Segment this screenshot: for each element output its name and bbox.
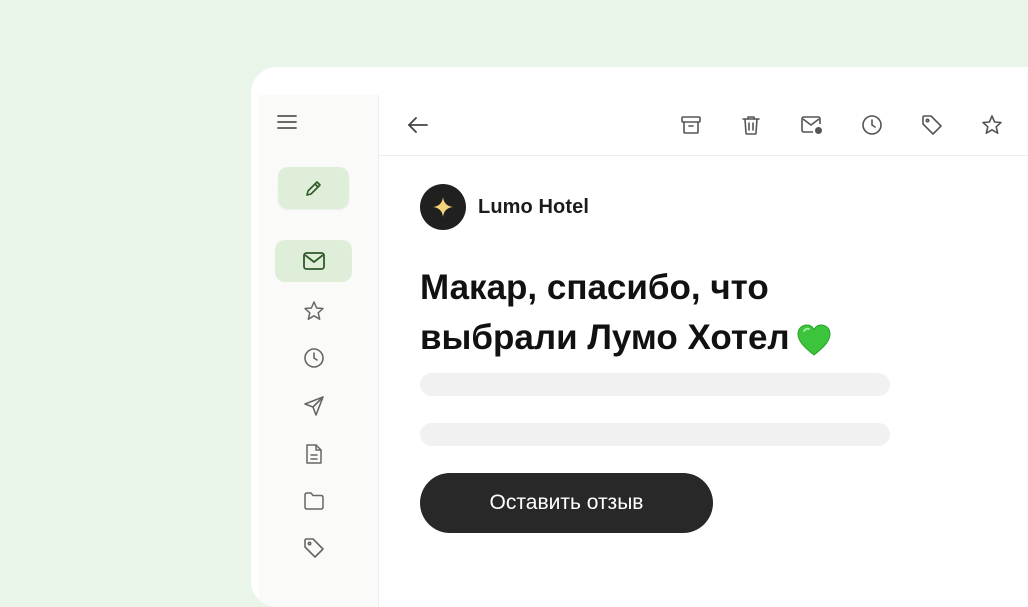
- mark-unread-button[interactable]: [796, 109, 828, 141]
- sparkle-star-icon: [432, 196, 454, 218]
- trash-icon: [740, 114, 762, 136]
- envelope-icon: [302, 251, 326, 271]
- send-icon: [303, 395, 325, 417]
- sidebar-item-folders[interactable]: [275, 480, 352, 522]
- compose-button[interactable]: [278, 167, 349, 209]
- star-icon: [981, 114, 1003, 136]
- sidebar-item-inbox[interactable]: [275, 240, 352, 282]
- star-icon: [303, 300, 325, 322]
- label-button[interactable]: [916, 109, 948, 141]
- leave-review-button[interactable]: Оставить отзыв: [420, 473, 713, 533]
- subject-text: Макар, спасибо, что выбрали Лумо Хотел: [420, 268, 790, 357]
- pencil-icon: [304, 178, 324, 198]
- clock-icon: [303, 347, 325, 369]
- snooze-clock-icon: [861, 114, 883, 136]
- sidebar-item-drafts[interactable]: [275, 433, 352, 475]
- snooze-button[interactable]: [856, 109, 888, 141]
- delete-button[interactable]: [735, 109, 767, 141]
- sidebar-item-snoozed[interactable]: [275, 337, 352, 379]
- folder-icon: [303, 491, 325, 511]
- sidebar-item-starred[interactable]: [275, 290, 352, 332]
- document-icon: [304, 443, 324, 465]
- text-placeholder-line: [420, 373, 890, 396]
- archive-button[interactable]: [675, 109, 707, 141]
- sidebar-item-labels[interactable]: [275, 527, 352, 569]
- menu-button[interactable]: [271, 108, 303, 136]
- tag-icon: [303, 537, 325, 559]
- avatar[interactable]: [420, 184, 466, 230]
- message-view: Lumo Hotel Макар, спасибо, что выбрали Л…: [379, 95, 1028, 607]
- back-button[interactable]: [402, 109, 434, 141]
- message-toolbar: [379, 95, 1028, 156]
- hamburger-menu-icon: [277, 114, 297, 130]
- text-placeholder-line: [420, 423, 890, 446]
- sender-name: Lumo Hotel: [478, 195, 589, 218]
- email-subject: Макар, спасибо, что выбрали Лумо Хотел: [420, 263, 890, 363]
- arrow-left-icon: [406, 115, 430, 135]
- mark-unread-icon: [800, 114, 824, 136]
- green-heart-icon: [796, 323, 832, 357]
- sender: Lumo Hotel: [420, 184, 589, 230]
- label-tag-icon: [921, 114, 943, 136]
- archive-icon: [680, 114, 702, 136]
- sidebar-item-sent[interactable]: [275, 385, 352, 427]
- mail-window: Lumo Hotel Макар, спасибо, что выбрали Л…: [251, 67, 1028, 607]
- star-button[interactable]: [976, 109, 1008, 141]
